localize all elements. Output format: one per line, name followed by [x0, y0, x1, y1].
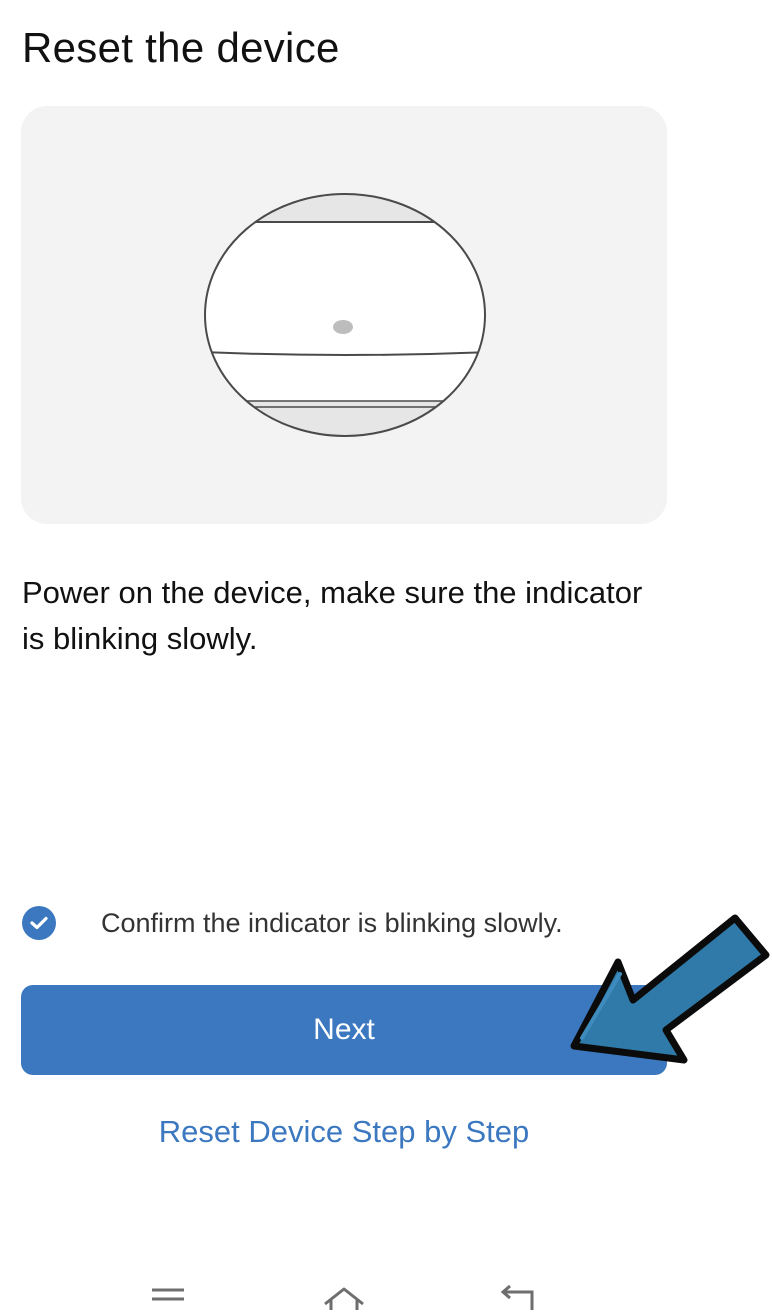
reset-device-screen: Reset the device Power on the device, ma…: [0, 0, 773, 1312]
checkmark-icon: [30, 916, 48, 930]
reset-step-by-step-link[interactable]: Reset Device Step by Step: [0, 1114, 688, 1150]
page-title: Reset the device: [22, 24, 340, 71]
indicator-led: [333, 320, 353, 334]
instruction-text: Power on the device, make sure the indic…: [22, 575, 643, 656]
pointer-arrow-icon: [570, 914, 770, 1064]
confirm-label: Confirm the indicator is blinking slowly…: [101, 907, 563, 938]
home-icon[interactable]: [314, 1284, 374, 1312]
back-icon[interactable]: [488, 1284, 548, 1312]
device-illustration: [204, 193, 486, 437]
device-illustration-card: [21, 106, 667, 524]
checked-circle-icon[interactable]: [22, 906, 56, 940]
system-navigation-bar: [0, 1280, 773, 1312]
menu-icon[interactable]: [138, 1284, 198, 1312]
next-button-label: Next: [313, 1013, 375, 1046]
